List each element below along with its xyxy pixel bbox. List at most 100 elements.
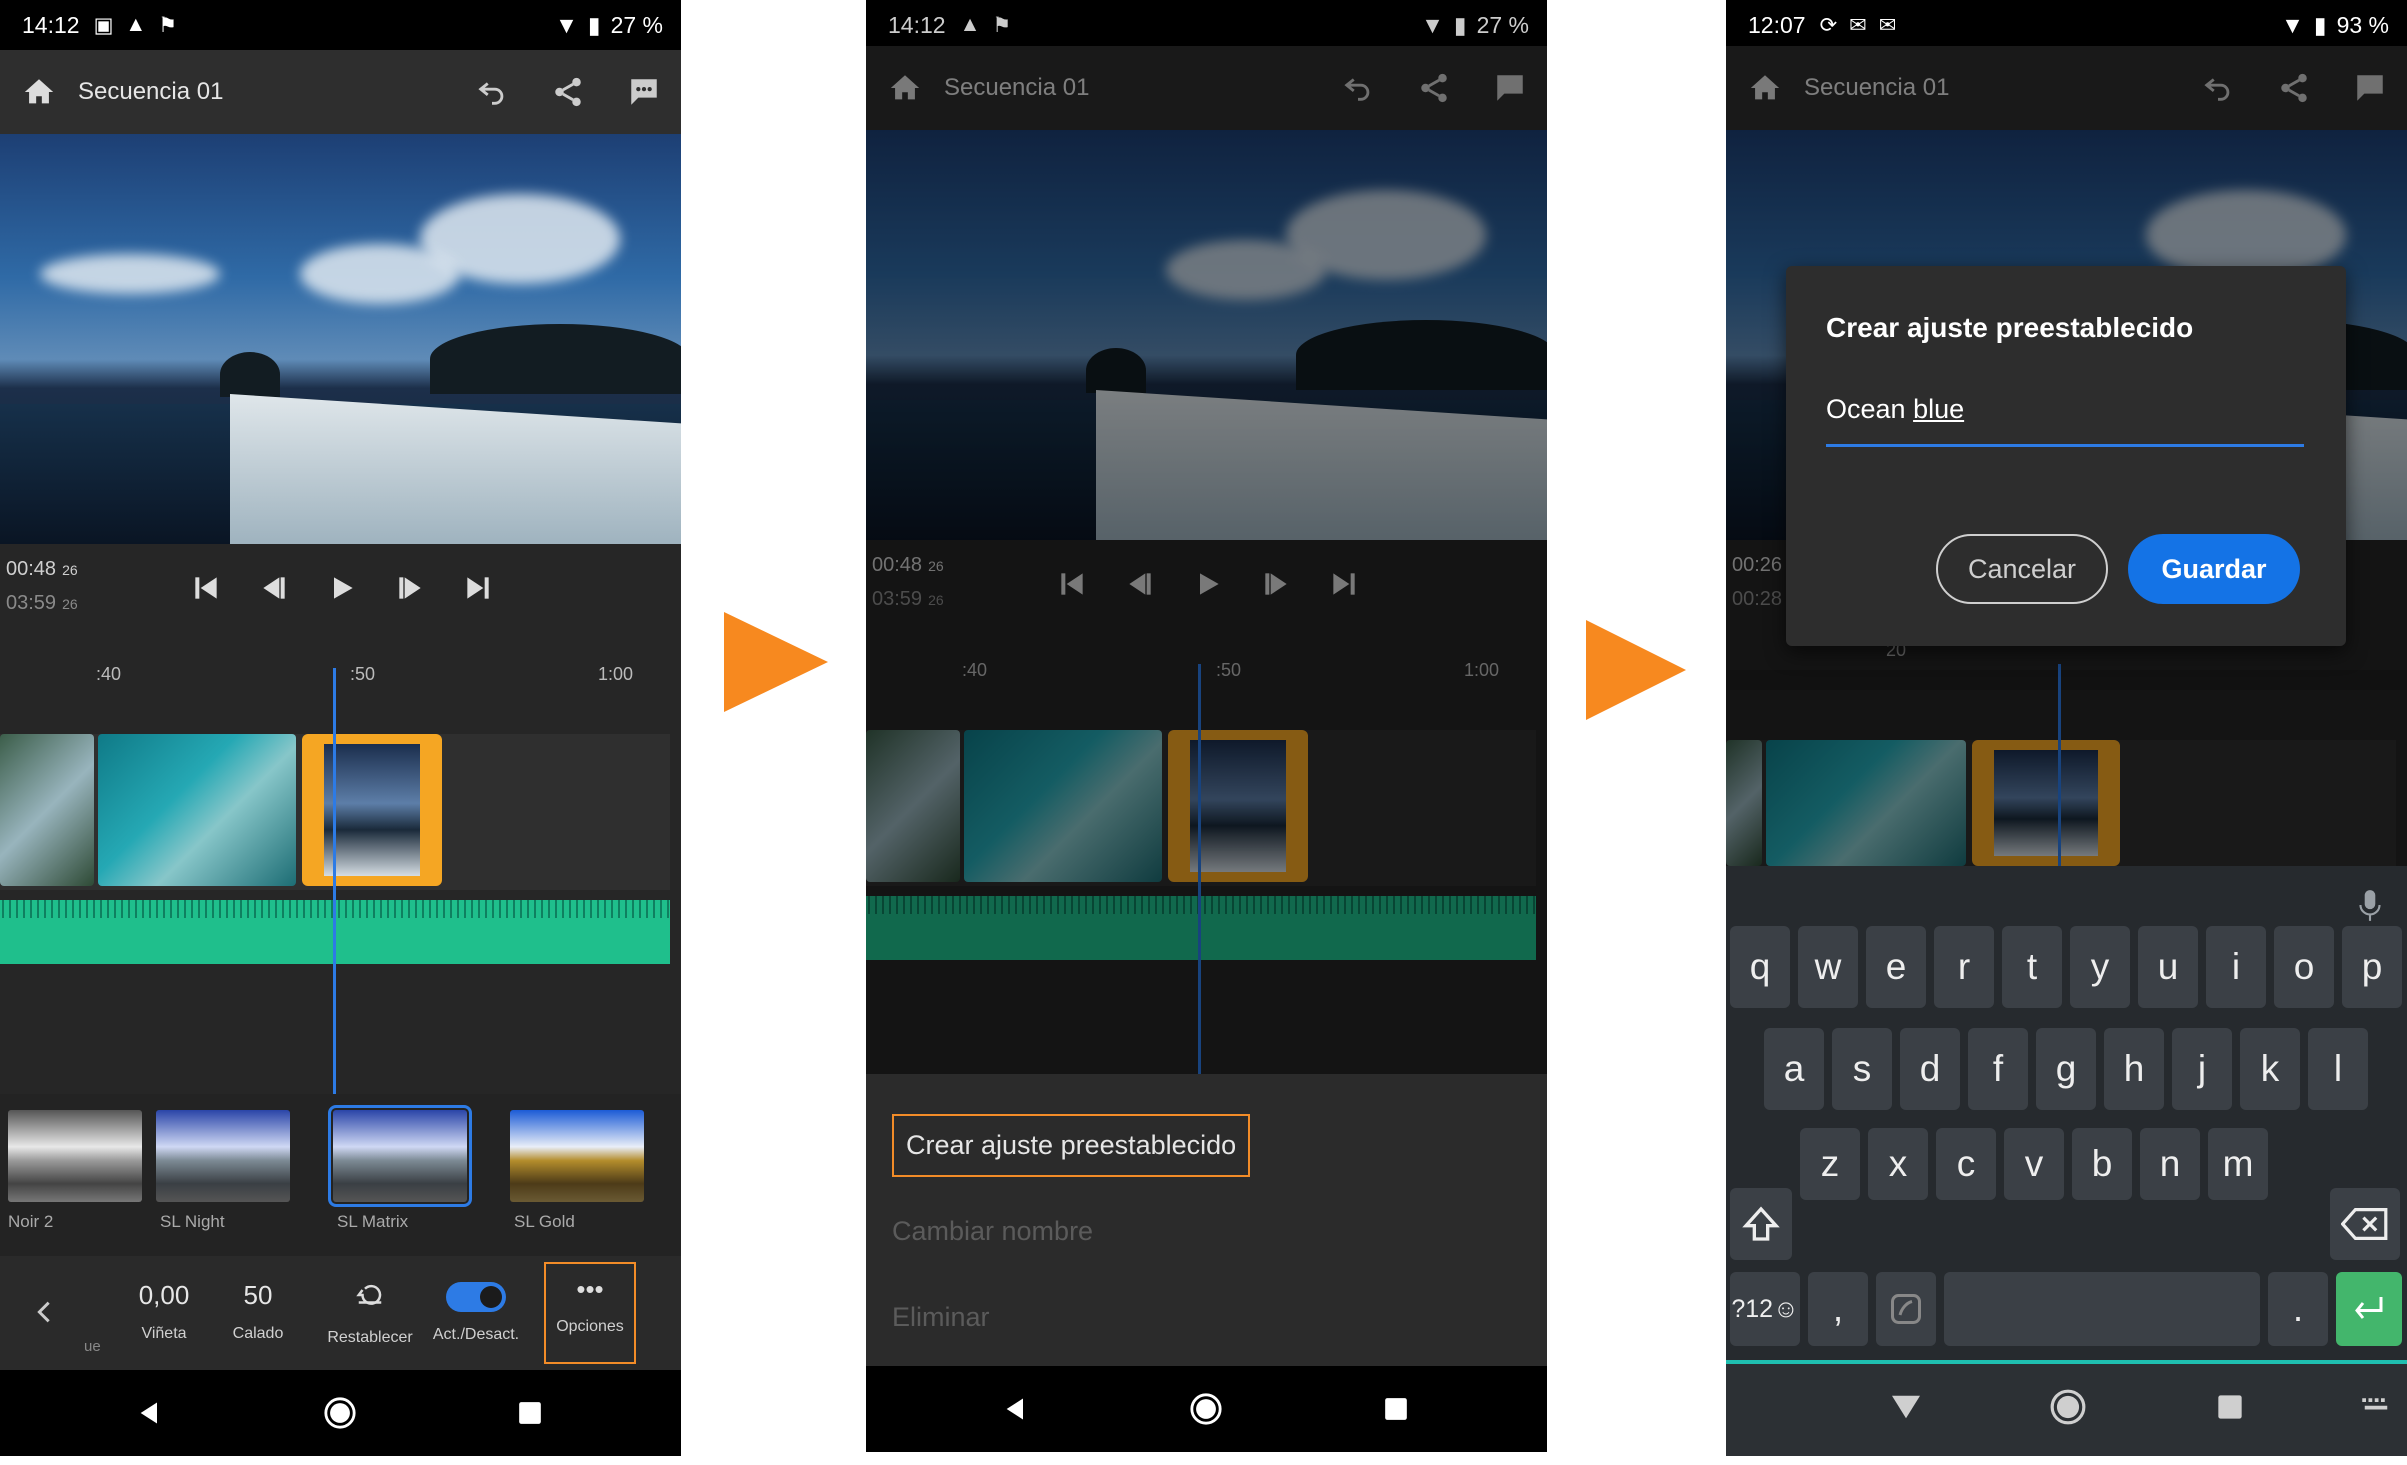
home-nav-icon[interactable] [310,1370,370,1456]
key-n[interactable]: n [2140,1128,2200,1200]
skip-to-end-icon[interactable] [462,572,494,604]
key-j[interactable]: j [2172,1028,2232,1110]
symbols-key[interactable]: ?12☺ [1730,1272,1800,1346]
key-o[interactable]: o [2274,926,2334,1008]
key-y[interactable]: y [2070,926,2130,1008]
key-v[interactable]: v [2004,1128,2064,1200]
key-x[interactable]: x [1868,1128,1928,1200]
key-e[interactable]: e [1866,926,1926,1008]
key-r[interactable]: r [1934,926,1994,1008]
more-icon: ••• [576,1274,604,1304]
create-preset-dialog: Crear ajuste preestablecido Ocean blue C… [1786,266,2346,646]
period-key[interactable]: . [2268,1272,2328,1346]
step-arrow-2 [1586,620,1686,720]
status-bar: 12:07 ⟳ ✉ ✉ ▼ ▮ 93 % [1726,0,2407,50]
play-icon[interactable] [326,572,358,604]
clip-underwater[interactable] [98,734,296,886]
microphone-icon[interactable] [2357,888,2383,924]
space-key[interactable] [1944,1272,2260,1346]
preset-sl-gold[interactable] [510,1110,644,1202]
key-z[interactable]: z [1800,1128,1860,1200]
menu-delete[interactable]: Eliminar [892,1302,990,1333]
preset-name-input[interactable]: Ocean blue [1826,394,2304,447]
enter-icon[interactable] [2336,1272,2402,1346]
reset-button[interactable]: Restablecer [322,1280,418,1347]
skip-to-start-icon[interactable] [190,572,222,604]
shift-icon[interactable] [1730,1188,1792,1260]
toggle-switch[interactable] [446,1282,506,1312]
preset-sl-night[interactable] [156,1110,290,1202]
toggle-effect[interactable]: Act./Desact. [428,1280,524,1344]
preset-sl-matrix[interactable] [328,1105,472,1207]
key-d[interactable]: d [1900,1028,1960,1110]
wifi-icon: ▼ [555,11,578,38]
battery-percent: 93 % [2336,11,2389,38]
preset-options-menu: Crear ajuste preestablecido Cambiar nomb… [866,1074,1547,1366]
key-k[interactable]: k [2240,1028,2300,1110]
android-nav-bar [0,1370,681,1456]
app-bar: Secuencia 01 [0,50,681,134]
key-q[interactable]: q [1730,926,1790,1008]
screen-effects-panel: 14:12 ▣ ▲ ⚑ ▼ ▮ 27 % Secuencia 01 00:48 26 03… [0,0,681,1456]
cancel-button[interactable]: Cancelar [1936,534,2108,604]
step-arrow-1 [724,612,828,712]
key-c[interactable]: c [1936,1128,1996,1200]
backspace-icon[interactable] [2330,1188,2400,1260]
screen-preset-menu: 14:12 ▲ ⚑ ▼ ▮ 27 % Secuencia 01 00:48 26 03:… [866,0,1547,1452]
menu-rename[interactable]: Cambiar nombre [892,1216,1093,1247]
key-p[interactable]: p [2342,926,2402,1008]
key-s[interactable]: s [1832,1028,1892,1110]
step-back-icon[interactable] [258,572,290,604]
video-preview[interactable] [0,134,681,544]
comma-key[interactable]: , [1808,1272,1868,1346]
step-forward-icon[interactable] [394,572,426,604]
recents-icon[interactable] [500,1370,560,1456]
back-icon[interactable] [120,1370,180,1456]
recents-icon[interactable] [1366,1366,1426,1452]
clip-boat-selected[interactable] [302,734,442,886]
undo-icon[interactable] [475,75,509,109]
vignette-control[interactable]: 0,00 Viñeta [134,1280,194,1343]
time-ruler: :40 :50 1:00 [0,654,681,694]
look-presets: Noir 2 SL Night SL Matrix SL Gold [0,1094,681,1256]
key-f[interactable]: f [1968,1028,2028,1110]
home-icon[interactable] [20,75,58,109]
key-h[interactable]: h [2104,1028,2164,1110]
wifi-icon: ▼ [2281,11,2304,38]
dialog-title: Crear ajuste preestablecido [1826,312,2194,343]
menu-create-preset[interactable]: Crear ajuste preestablecido [892,1114,1251,1177]
key-t[interactable]: t [2002,926,2062,1008]
current-timecode: 00:48 26 [6,558,78,580]
key-a[interactable]: a [1764,1028,1824,1110]
back-icon[interactable] [986,1366,1046,1452]
hide-keyboard-icon[interactable] [1876,1364,1936,1450]
save-button[interactable]: Guardar [2128,534,2300,604]
share-icon[interactable] [551,75,585,109]
sequence-title: Secuencia 01 [78,78,224,105]
options-button[interactable]: ••• Opciones [544,1262,636,1364]
android-nav-bar [866,1366,1547,1452]
battery-icon: ▮ [2313,11,2327,38]
timeline[interactable] [0,694,681,1094]
recents-icon[interactable] [2200,1364,2260,1450]
clip-islands[interactable] [0,734,94,886]
key-u[interactable]: u [2138,926,2198,1008]
comment-icon[interactable] [627,75,661,109]
key-m[interactable]: m [2208,1128,2268,1200]
feather-control[interactable]: 50 Calado [228,1280,288,1343]
image-icon: ▣ [93,13,114,37]
key-g[interactable]: g [2036,1028,2096,1110]
key-b[interactable]: b [2072,1128,2132,1200]
playhead[interactable] [333,668,336,1096]
keyboard-switch-icon[interactable] [2346,1364,2406,1450]
home-nav-icon[interactable] [1176,1366,1236,1452]
emoji-icon[interactable] [1876,1272,1936,1346]
home-nav-icon[interactable] [2038,1364,2098,1450]
key-l[interactable]: l [2308,1028,2368,1110]
status-time: 14:12 [22,11,80,38]
key-w[interactable]: w [1798,926,1858,1008]
key-i[interactable]: i [2206,926,2266,1008]
battery-icon: ▮ [587,11,601,38]
preset-noir-2[interactable] [8,1110,142,1202]
chevron-left-icon[interactable] [30,1294,58,1330]
